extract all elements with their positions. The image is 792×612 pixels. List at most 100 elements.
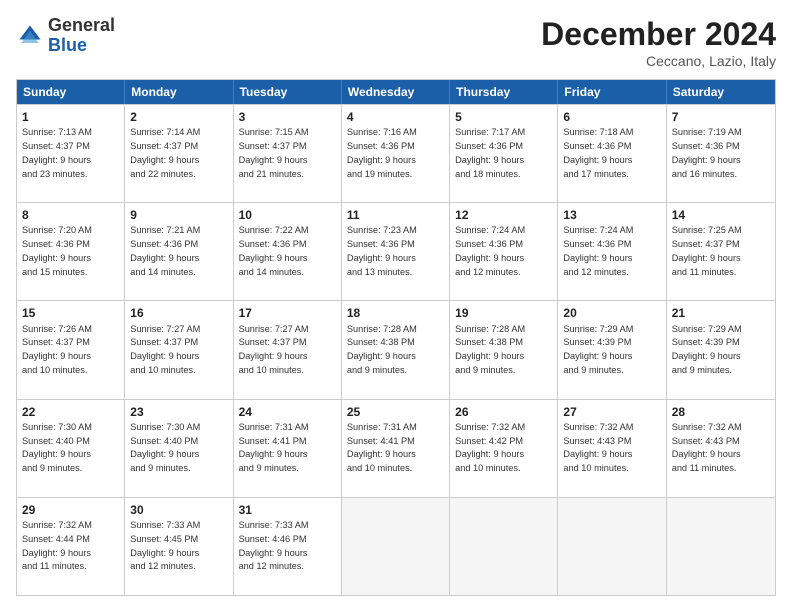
day-number: 14	[672, 207, 770, 223]
calendar-day-24: 24 Sunrise: 7:31 AMSunset: 4:41 PMDayligh…	[234, 400, 342, 497]
calendar-header: Sunday Monday Tuesday Wednesday Thursday…	[17, 80, 775, 104]
calendar-day-21: 21 Sunrise: 7:29 AMSunset: 4:39 PMDayligh…	[667, 301, 775, 398]
calendar-day-15: 15Sunrise: 7:26 AMSunset: 4:37 PMDayligh…	[17, 301, 125, 398]
day-info: Sunrise: 7:23 AMSunset: 4:36 PMDaylight:…	[347, 225, 417, 276]
calendar-week-4: 22 Sunrise: 7:30 AMSunset: 4:40 PMDayligh…	[17, 399, 775, 497]
logo-icon	[16, 22, 44, 50]
day-number: 21	[672, 305, 770, 321]
calendar-day-25: 25 Sunrise: 7:31 AMSunset: 4:41 PMDayligh…	[342, 400, 450, 497]
calendar-week-1: 1Sunrise: 7:13 AMSunset: 4:37 PMDaylight…	[17, 104, 775, 202]
day-info: Sunrise: 7:31 AMSunset: 4:41 PMDaylight:…	[239, 422, 309, 473]
day-number: 28	[672, 404, 770, 420]
day-number: 9	[130, 207, 227, 223]
calendar-day-28: 28 Sunrise: 7:32 AMSunset: 4:43 PMDayligh…	[667, 400, 775, 497]
calendar-day-7: 7 Sunrise: 7:19 AMSunset: 4:36 PMDaylight…	[667, 105, 775, 202]
day-info: Sunrise: 7:14 AMSunset: 4:37 PMDaylight:…	[130, 127, 200, 178]
day-number: 11	[347, 207, 444, 223]
day-number: 12	[455, 207, 552, 223]
calendar-day-29: 29 Sunrise: 7:32 AMSunset: 4:44 PMDayligh…	[17, 498, 125, 595]
col-monday: Monday	[125, 80, 233, 104]
day-info: Sunrise: 7:19 AMSunset: 4:36 PMDaylight:…	[672, 127, 742, 178]
calendar-day-3: 3 Sunrise: 7:15 AMSunset: 4:37 PMDaylight…	[234, 105, 342, 202]
calendar-day-11: 11 Sunrise: 7:23 AMSunset: 4:36 PMDayligh…	[342, 203, 450, 300]
calendar-day-empty	[558, 498, 666, 595]
day-info: Sunrise: 7:21 AMSunset: 4:36 PMDaylight:…	[130, 225, 200, 276]
day-info: Sunrise: 7:15 AMSunset: 4:37 PMDaylight:…	[239, 127, 309, 178]
day-number: 15	[22, 305, 119, 321]
calendar-day-30: 30Sunrise: 7:33 AMSunset: 4:45 PMDayligh…	[125, 498, 233, 595]
calendar-week-3: 15Sunrise: 7:26 AMSunset: 4:37 PMDayligh…	[17, 300, 775, 398]
logo-text: General Blue	[48, 16, 115, 56]
page-title: December 2024	[541, 16, 776, 53]
calendar-day-4: 4 Sunrise: 7:16 AMSunset: 4:36 PMDaylight…	[342, 105, 450, 202]
calendar-day-20: 20Sunrise: 7:29 AMSunset: 4:39 PMDayligh…	[558, 301, 666, 398]
col-tuesday: Tuesday	[234, 80, 342, 104]
calendar-day-5: 5 Sunrise: 7:17 AMSunset: 4:36 PMDaylight…	[450, 105, 558, 202]
day-number: 26	[455, 404, 552, 420]
calendar-day-empty	[342, 498, 450, 595]
day-info: Sunrise: 7:31 AMSunset: 4:41 PMDaylight:…	[347, 422, 417, 473]
day-number: 22	[22, 404, 119, 420]
day-info: Sunrise: 7:24 AMSunset: 4:36 PMDaylight:…	[455, 225, 525, 276]
calendar-day-14: 14Sunrise: 7:25 AMSunset: 4:37 PMDayligh…	[667, 203, 775, 300]
day-number: 2	[130, 109, 227, 125]
day-number: 5	[455, 109, 552, 125]
calendar-day-17: 17 Sunrise: 7:27 AMSunset: 4:37 PMDayligh…	[234, 301, 342, 398]
day-info: Sunrise: 7:20 AMSunset: 4:36 PMDaylight:…	[22, 225, 92, 276]
day-info: Sunrise: 7:18 AMSunset: 4:36 PMDaylight:…	[563, 127, 633, 178]
calendar-week-2: 8 Sunrise: 7:20 AMSunset: 4:36 PMDaylight…	[17, 202, 775, 300]
day-info: Sunrise: 7:27 AMSunset: 4:37 PMDaylight:…	[239, 324, 309, 375]
calendar-day-6: 6Sunrise: 7:18 AMSunset: 4:36 PMDaylight…	[558, 105, 666, 202]
calendar-body: 1Sunrise: 7:13 AMSunset: 4:37 PMDaylight…	[17, 104, 775, 595]
header: General Blue December 2024 Ceccano, Lazi…	[16, 16, 776, 69]
day-number: 18	[347, 305, 444, 321]
logo-blue-label: Blue	[48, 36, 115, 56]
day-info: Sunrise: 7:16 AMSunset: 4:36 PMDaylight:…	[347, 127, 417, 178]
calendar-day-27: 27Sunrise: 7:32 AMSunset: 4:43 PMDayligh…	[558, 400, 666, 497]
day-number: 13	[563, 207, 660, 223]
day-number: 24	[239, 404, 336, 420]
page: General Blue December 2024 Ceccano, Lazi…	[0, 0, 792, 612]
day-number: 16	[130, 305, 227, 321]
logo: General Blue	[16, 16, 115, 56]
day-number: 3	[239, 109, 336, 125]
calendar-day-8: 8 Sunrise: 7:20 AMSunset: 4:36 PMDaylight…	[17, 203, 125, 300]
day-info: Sunrise: 7:17 AMSunset: 4:36 PMDaylight:…	[455, 127, 525, 178]
calendar-day-1: 1Sunrise: 7:13 AMSunset: 4:37 PMDaylight…	[17, 105, 125, 202]
day-info: Sunrise: 7:28 AMSunset: 4:38 PMDaylight:…	[455, 324, 525, 375]
day-info: Sunrise: 7:32 AMSunset: 4:43 PMDaylight:…	[672, 422, 742, 473]
page-subtitle: Ceccano, Lazio, Italy	[541, 53, 776, 69]
calendar-day-22: 22Sunrise: 7:30 AMSunset: 4:40 PMDayligh…	[17, 400, 125, 497]
day-info: Sunrise: 7:24 AMSunset: 4:36 PMDaylight:…	[563, 225, 633, 276]
calendar-day-2: 2 Sunrise: 7:14 AMSunset: 4:37 PMDaylight…	[125, 105, 233, 202]
day-info: Sunrise: 7:29 AMSunset: 4:39 PMDaylight:…	[672, 324, 742, 375]
calendar-day-12: 12 Sunrise: 7:24 AMSunset: 4:36 PMDayligh…	[450, 203, 558, 300]
col-saturday: Saturday	[667, 80, 775, 104]
day-info: Sunrise: 7:13 AMSunset: 4:37 PMDaylight:…	[22, 127, 92, 178]
day-number: 7	[672, 109, 770, 125]
col-sunday: Sunday	[17, 80, 125, 104]
calendar-day-empty	[450, 498, 558, 595]
day-info: Sunrise: 7:32 AMSunset: 4:44 PMDaylight:…	[22, 520, 92, 571]
calendar-day-empty	[667, 498, 775, 595]
calendar-week-5: 29 Sunrise: 7:32 AMSunset: 4:44 PMDayligh…	[17, 497, 775, 595]
calendar-day-18: 18 Sunrise: 7:28 AMSunset: 4:38 PMDayligh…	[342, 301, 450, 398]
calendar-day-16: 16 Sunrise: 7:27 AMSunset: 4:37 PMDayligh…	[125, 301, 233, 398]
day-number: 29	[22, 502, 119, 518]
day-number: 20	[563, 305, 660, 321]
day-number: 8	[22, 207, 119, 223]
day-number: 25	[347, 404, 444, 420]
calendar-day-10: 10Sunrise: 7:22 AMSunset: 4:36 PMDayligh…	[234, 203, 342, 300]
calendar-day-13: 13 Sunrise: 7:24 AMSunset: 4:36 PMDayligh…	[558, 203, 666, 300]
day-info: Sunrise: 7:32 AMSunset: 4:42 PMDaylight:…	[455, 422, 525, 473]
day-info: Sunrise: 7:30 AMSunset: 4:40 PMDaylight:…	[130, 422, 200, 473]
day-number: 27	[563, 404, 660, 420]
day-info: Sunrise: 7:28 AMSunset: 4:38 PMDaylight:…	[347, 324, 417, 375]
title-block: December 2024 Ceccano, Lazio, Italy	[541, 16, 776, 69]
col-wednesday: Wednesday	[342, 80, 450, 104]
calendar-day-26: 26 Sunrise: 7:32 AMSunset: 4:42 PMDayligh…	[450, 400, 558, 497]
day-number: 4	[347, 109, 444, 125]
day-number: 10	[239, 207, 336, 223]
day-number: 17	[239, 305, 336, 321]
day-info: Sunrise: 7:27 AMSunset: 4:37 PMDaylight:…	[130, 324, 200, 375]
